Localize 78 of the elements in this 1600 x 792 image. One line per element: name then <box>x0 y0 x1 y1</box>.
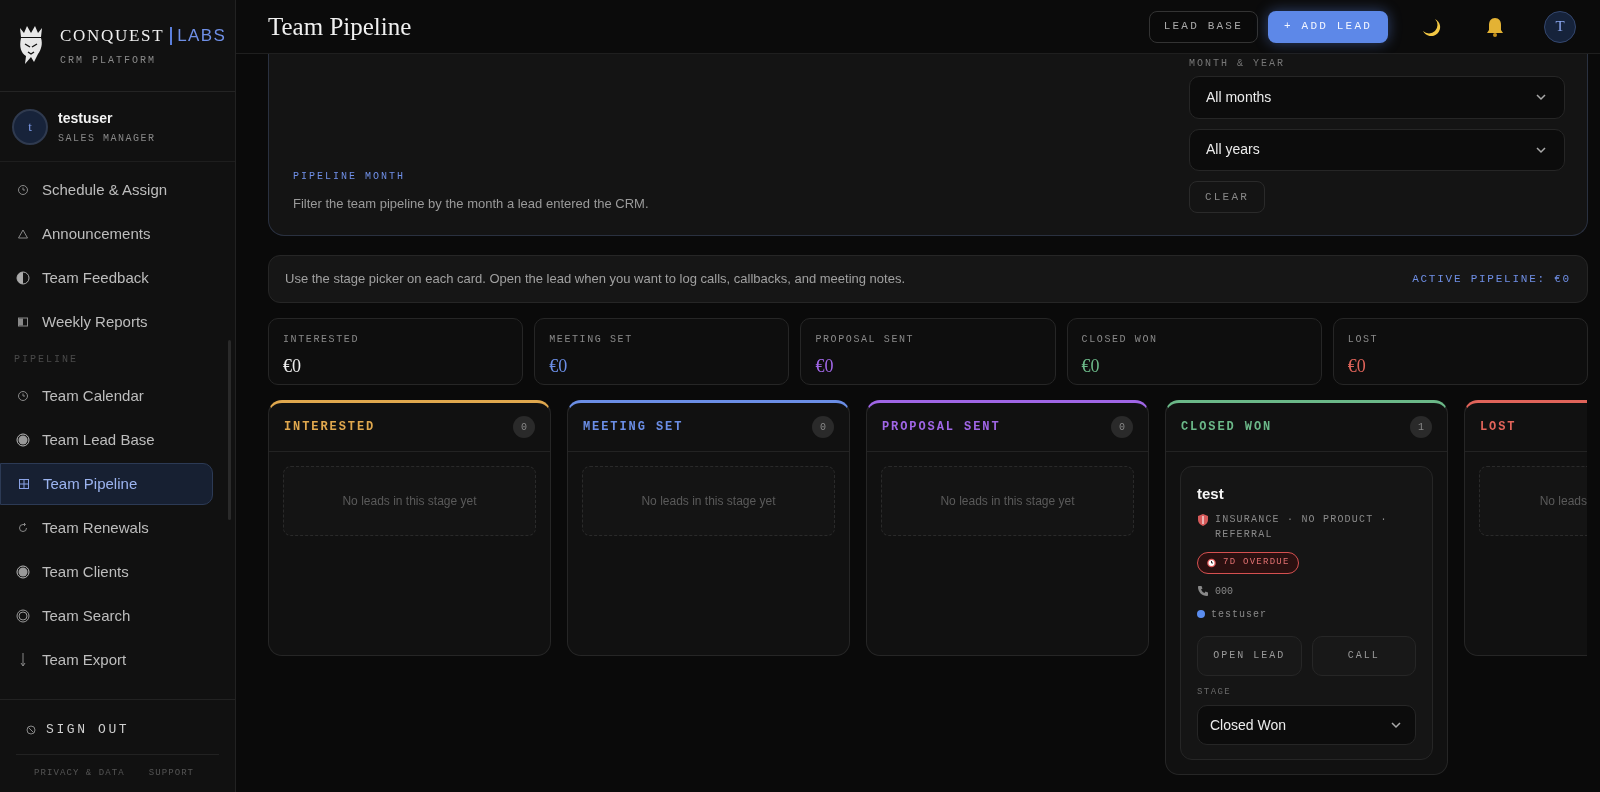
count-badge: 0 <box>1111 416 1133 438</box>
empty-stage-message: No leads in this stage yet <box>940 493 1075 510</box>
blocked-icon <box>26 724 36 735</box>
brand-suffix: LABS <box>177 25 227 48</box>
stage-title: MEETING SET <box>583 419 684 436</box>
brand-tagline: CRM PLATFORM <box>60 53 157 68</box>
lead-meta: INSURANCE · NO PRODUCT · REFERRAL <box>1215 512 1389 542</box>
nav-item[interactable]: Weekly Reports <box>0 301 213 343</box>
user-role: SALES MANAGER <box>58 131 156 146</box>
download-icon <box>19 652 27 668</box>
nav-item[interactable]: Team Feedback <box>0 257 213 299</box>
clock-icon <box>17 184 29 196</box>
warning-icon <box>17 228 29 240</box>
stage-title: LOST <box>1480 419 1517 436</box>
user-name: testuser <box>58 108 114 128</box>
nav-item[interactable]: Team Export <box>0 639 213 681</box>
stat-amount: €0 <box>815 355 835 378</box>
stat-label: PROPOSAL SENT <box>815 333 916 347</box>
grid-icon <box>18 478 30 490</box>
refresh-icon <box>17 522 29 534</box>
overdue-badge: 7D OVERDUE <box>1197 551 1299 574</box>
bell-icon <box>1484 15 1506 38</box>
stage-title: CLOSED WON <box>1181 419 1273 436</box>
stage-title: INTERESTED <box>284 419 376 436</box>
user-avatar: t <box>12 108 48 145</box>
contrast-icon <box>16 271 30 285</box>
lead-phone: 000 <box>1215 584 1233 599</box>
lead-action-button[interactable]: OPEN LEAD <box>1197 635 1302 676</box>
target-icon <box>16 609 30 623</box>
stage-title: PROPOSAL SENT <box>882 419 1001 436</box>
info-text: Use the stage picker on each card. Open the lead when you want to log calls, callbacks, and meeting notes. <box>285 270 906 289</box>
nav-item[interactable]: Team Clients <box>0 551 213 593</box>
nav-item[interactable]: Team Search <box>0 595 213 637</box>
nav-item[interactable]: Team Calendar <box>0 375 213 417</box>
page-title: Team Pipeline <box>268 11 413 42</box>
lead-owner: testuser <box>1211 607 1267 622</box>
clear-button[interactable]: CLEAR <box>1189 181 1265 213</box>
empty-stage-message: No leads <box>1539 493 1587 510</box>
select-field[interactable]: All months <box>1189 76 1565 119</box>
user-avatar[interactable]: T <box>1544 10 1576 43</box>
empty-stage-message: No leads in this stage yet <box>342 493 477 510</box>
radio-icon <box>16 433 30 447</box>
nav-item[interactable]: Team Renewals <box>0 507 213 549</box>
clock-icon <box>17 390 29 402</box>
field-label: MONTH & YEAR <box>1189 57 1286 71</box>
header-button[interactable]: LEAD BASE <box>1148 10 1258 43</box>
count-badge: 0 <box>812 416 834 438</box>
lead-title: test <box>1197 484 1225 504</box>
stat-label: CLOSED WON <box>1081 333 1159 347</box>
filter-label: PIPELINE MONTH <box>293 169 406 184</box>
nav-item[interactable]: Announcements <box>0 213 213 255</box>
stage-select[interactable]: Closed Won <box>1197 705 1416 745</box>
lead-action-button[interactable]: CALL <box>1311 635 1416 676</box>
empty-stage-message: No leads in this stage yet <box>641 493 776 510</box>
stat-label: LOST <box>1347 333 1380 347</box>
nav-item[interactable]: Team Pipeline <box>0 463 213 505</box>
nav-item[interactable]: Schedule & Assign <box>0 169 213 211</box>
radio-icon <box>16 565 30 579</box>
panel-icon <box>17 316 29 328</box>
stat-amount: €0 <box>1347 355 1367 378</box>
count-badge: 1 <box>1410 416 1432 438</box>
shield-icon <box>1197 512 1209 526</box>
select-field[interactable]: All years <box>1189 128 1565 172</box>
stat-label: MEETING SET <box>549 333 634 347</box>
nav-section-heading: PIPELINE <box>13 352 79 367</box>
sign-out-button[interactable]: SIGN OUT <box>26 720 130 740</box>
stat-label: INTERESTED <box>283 333 360 347</box>
stat-amount: €0 <box>549 355 569 378</box>
count-badge: 0 <box>513 416 535 438</box>
brand-name: CONQUEST <box>60 25 165 48</box>
stat-amount: €0 <box>283 355 302 378</box>
stage-label: STAGE <box>1197 685 1233 699</box>
stat-amount: €0 <box>1081 355 1101 378</box>
filter-description: Filter the team pipeline by the month a lead entered the CRM. <box>293 194 650 213</box>
phone-icon <box>1197 585 1209 597</box>
nav-item[interactable]: Team Lead Base <box>0 419 213 461</box>
alarm-clock-icon <box>1206 557 1217 568</box>
active-pipeline-total: ACTIVE PIPELINE: €0 <box>1412 271 1571 287</box>
